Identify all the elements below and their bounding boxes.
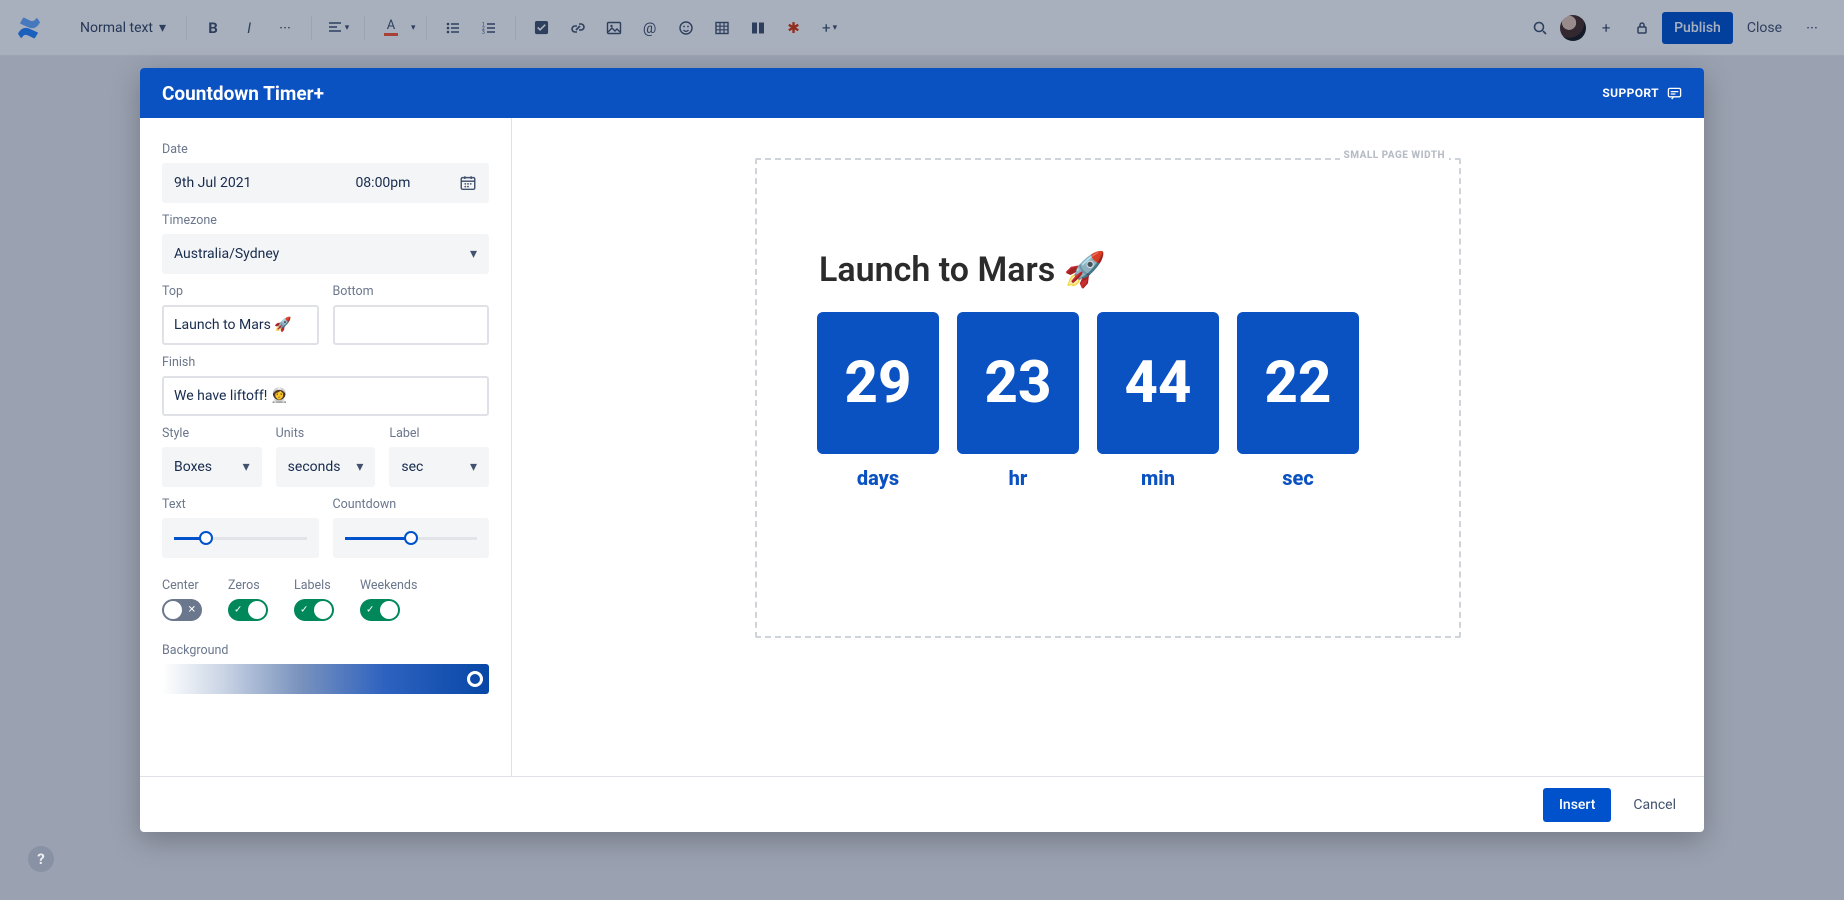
weekends-toggle-label: Weekends <box>360 578 417 593</box>
chevron-down-icon: ▾ <box>356 459 363 475</box>
date-value: 9th Jul 2021 <box>174 175 251 191</box>
style-label: Style <box>162 426 262 441</box>
text-slider-label: Text <box>162 497 319 512</box>
countdown-box-days: 29 days <box>817 312 939 490</box>
label-select[interactable]: sec ▾ <box>389 447 489 487</box>
countdown-box-hr: 23 hr <box>957 312 1079 490</box>
insert-button[interactable]: Insert <box>1543 788 1611 822</box>
timezone-label: Timezone <box>162 213 489 228</box>
countdown-unit: days <box>817 466 939 490</box>
top-label: Top <box>162 284 319 299</box>
zeros-toggle[interactable]: ✓ <box>228 599 268 621</box>
countdown-box-min: 44 min <box>1097 312 1219 490</box>
preview-frame: SMALL PAGE WIDTH Launch to Mars 🚀 29 day… <box>755 158 1461 638</box>
countdown-unit: min <box>1097 466 1219 490</box>
labels-toggle[interactable]: ✓ <box>294 599 334 621</box>
top-input[interactable]: Launch to Mars 🚀 <box>162 305 319 345</box>
calendar-icon <box>459 174 477 192</box>
config-panel: Date 9th Jul 2021 08:00pm Timezone Austr… <box>140 118 512 776</box>
style-value: Boxes <box>174 459 212 475</box>
units-label: Units <box>276 426 376 441</box>
top-value: Launch to Mars 🚀 <box>174 317 292 333</box>
countdown-unit: hr <box>957 466 1079 490</box>
center-toggle[interactable]: ✕ <box>162 599 202 621</box>
help-icon[interactable]: ? <box>28 846 54 872</box>
chevron-down-icon: ▾ <box>470 459 477 475</box>
modal-footer: Insert Cancel <box>140 776 1704 832</box>
text-size-slider[interactable] <box>162 518 319 558</box>
finish-label: Finish <box>162 355 489 370</box>
background-color-slider[interactable] <box>162 664 489 694</box>
bottom-label: Bottom <box>333 284 490 299</box>
timezone-select[interactable]: Australia/Sydney ▾ <box>162 234 489 274</box>
countdown-num: 23 <box>957 312 1079 454</box>
labels-toggle-label: Labels <box>294 578 334 593</box>
timezone-value: Australia/Sydney <box>174 246 279 262</box>
background-label: Background <box>162 643 489 658</box>
style-select[interactable]: Boxes ▾ <box>162 447 262 487</box>
center-toggle-label: Center <box>162 578 202 593</box>
support-link[interactable]: SUPPORT <box>1602 86 1682 101</box>
weekends-toggle[interactable]: ✓ <box>360 599 400 621</box>
countdown-slider-label: Countdown <box>333 497 490 512</box>
macro-config-modal: Countdown Timer+ SUPPORT Date 9th Jul 20… <box>140 68 1704 832</box>
countdown-boxes: 29 days 23 hr 44 min 22 sec <box>817 312 1399 490</box>
date-label: Date <box>162 142 489 157</box>
time-value: 08:00pm <box>355 175 410 191</box>
support-label: SUPPORT <box>1602 86 1659 100</box>
finish-input[interactable]: We have liftoff! 👩‍🚀 <box>162 376 489 416</box>
modal-header: Countdown Timer+ SUPPORT <box>140 68 1704 118</box>
bottom-input[interactable] <box>333 305 490 345</box>
date-field[interactable]: 9th Jul 2021 08:00pm <box>162 163 489 203</box>
countdown-num: 29 <box>817 312 939 454</box>
chevron-down-icon: ▾ <box>470 246 477 262</box>
frame-width-tag: SMALL PAGE WIDTH <box>1340 150 1449 161</box>
countdown-title: Launch to Mars 🚀 <box>819 250 1399 290</box>
countdown-box-sec: 22 sec <box>1237 312 1359 490</box>
countdown-num: 44 <box>1097 312 1219 454</box>
countdown-num: 22 <box>1237 312 1359 454</box>
label-value: sec <box>401 459 423 475</box>
countdown-unit: sec <box>1237 466 1359 490</box>
units-value: seconds <box>288 459 341 475</box>
cancel-button[interactable]: Cancel <box>1627 796 1682 814</box>
preview-area: SMALL PAGE WIDTH Launch to Mars 🚀 29 day… <box>512 118 1704 776</box>
finish-value: We have liftoff! 👩‍🚀 <box>174 388 288 404</box>
countdown-size-slider[interactable] <box>333 518 490 558</box>
chevron-down-icon: ▾ <box>243 459 250 475</box>
units-select[interactable]: seconds ▾ <box>276 447 376 487</box>
zeros-toggle-label: Zeros <box>228 578 268 593</box>
label-label: Label <box>389 426 489 441</box>
feedback-icon <box>1667 86 1682 101</box>
modal-title: Countdown Timer+ <box>162 82 324 105</box>
color-handle-icon <box>467 671 483 687</box>
